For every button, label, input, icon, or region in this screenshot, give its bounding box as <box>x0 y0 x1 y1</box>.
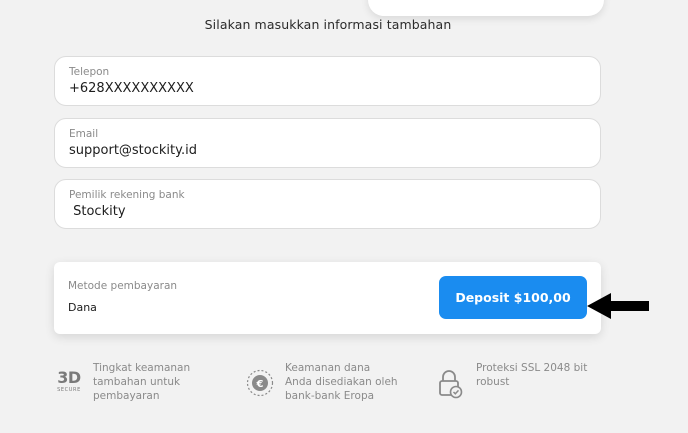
feature-eu-bank-text: Keamanan dana Anda disediakan oleh bank-… <box>285 362 398 403</box>
payment-method-value[interactable]: Dana <box>68 301 97 314</box>
phone-field[interactable]: Telepon <box>54 56 601 106</box>
payment-card: Metode pembayaran Dana Deposit $100,00 <box>54 262 601 334</box>
email-input[interactable] <box>69 143 569 158</box>
deposit-button[interactable]: Deposit $100,00 <box>439 276 587 319</box>
svg-text:€: € <box>256 379 264 390</box>
3d-secure-icon-text: 3D <box>57 368 81 387</box>
feature-eu-bank: € Keamanan dana Anda disediakan oleh ban… <box>245 361 400 404</box>
page-heading: Silakan masukkan informasi tambahan <box>204 17 452 32</box>
feature-3d-secure: 3D SECURE Tingkat keamanan tambahan untu… <box>52 361 193 404</box>
feature-ssl: Proteksi SSL 2048 bit robust <box>438 361 588 399</box>
phone-input[interactable] <box>69 81 569 96</box>
feature-3d-secure-text: Tingkat keamanan tambahan untuk pembayar… <box>93 362 191 403</box>
feature-ssl-text: Proteksi SSL 2048 bit robust <box>476 362 588 389</box>
3d-secure-icon-subtext: SECURE <box>57 387 81 393</box>
euro-coin-icon: € <box>246 369 274 397</box>
account-holder-field[interactable]: Pemilik rekening bank <box>54 179 601 229</box>
payment-method-label: Metode pembayaran <box>68 280 178 292</box>
account-holder-label: Pemilik rekening bank <box>69 189 185 201</box>
email-field[interactable]: Email <box>54 118 601 168</box>
top-card <box>368 0 604 16</box>
arrow-left-icon <box>587 293 649 319</box>
lock-check-icon <box>439 370 463 399</box>
account-holder-input[interactable] <box>69 204 569 219</box>
phone-label: Telepon <box>69 66 110 78</box>
3d-secure-icon: 3D SECURE <box>52 368 86 394</box>
email-label: Email <box>69 128 99 140</box>
